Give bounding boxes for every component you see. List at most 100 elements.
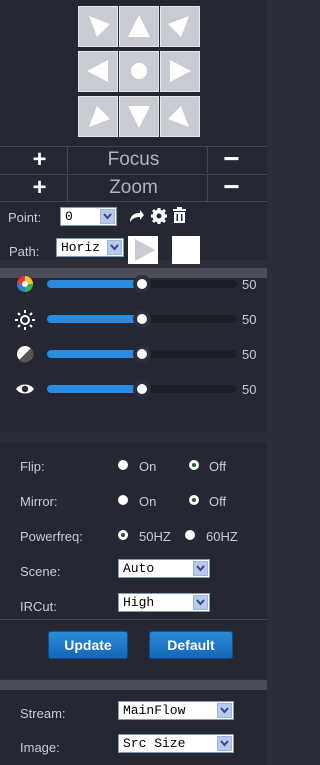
sharpness-value: 50 [242, 382, 257, 397]
contrast-slider-fill [47, 350, 142, 358]
flip-on-radio[interactable] [118, 460, 128, 470]
mirror-off-label: Off [209, 494, 227, 509]
mirror-on-radio[interactable] [118, 495, 128, 505]
ircut-label: IRCut: [20, 599, 57, 614]
arrow-up-icon [128, 15, 150, 37]
path-stop-button[interactable] [172, 236, 200, 264]
contrast-slider-track[interactable] [47, 345, 237, 363]
sharpness-slider-thumb[interactable] [133, 380, 151, 398]
image-select-value: Src Size [123, 736, 186, 751]
mirror-on-label: On [139, 494, 157, 509]
powerfreq-label: Powerfreq: [20, 529, 83, 544]
settings-panel: Flip: On Off Mirror: On Off Powerfreq: 5… [0, 442, 267, 619]
contrast-slider-thumb[interactable] [133, 345, 151, 363]
ptz-left-button[interactable] [78, 51, 118, 92]
arrow-down-icon [128, 106, 150, 128]
brightness-slider-row: 50 [0, 308, 267, 330]
image-select[interactable]: Src Size [118, 734, 234, 753]
image-adjust-panel: 50 50 50 50 [0, 275, 267, 432]
ptz-up-right-button[interactable] [160, 6, 200, 47]
chevron-down-icon [217, 736, 232, 751]
stream-panel: Stream: MainFlow Image: Src Size [0, 690, 267, 765]
trash-icon[interactable] [172, 207, 187, 224]
contrast-value: 50 [242, 347, 257, 362]
arrow-right-icon [170, 60, 191, 82]
flip-off-label: Off [209, 459, 227, 474]
section-divider [0, 680, 267, 690]
stream-select-value: MainFlow [123, 703, 186, 718]
contrast-icon [17, 346, 34, 363]
color-wheel-icon [17, 276, 33, 292]
mirror-label: Mirror: [20, 494, 58, 509]
brightness-slider-track[interactable] [47, 310, 237, 328]
focus-minus-button[interactable]: − [204, 145, 259, 173]
powerfreq-60hz-label: 60HZ [206, 529, 238, 544]
stream-select[interactable]: MainFlow [118, 701, 234, 720]
circle-home-icon [131, 63, 147, 79]
saturation-slider-row: 50 [0, 273, 267, 295]
chevron-down-icon [217, 703, 232, 718]
mirror-off-radio[interactable] [189, 495, 199, 505]
image-label: Image: [20, 740, 60, 755]
sharpness-slider-row: 50 [0, 378, 267, 400]
zoom-row: + Zoom − [0, 173, 267, 202]
flip-on-label: On [139, 459, 157, 474]
stream-label: Stream: [20, 706, 66, 721]
zoom-minus-button[interactable]: − [204, 173, 259, 201]
chevron-down-icon [100, 209, 115, 224]
ptz-down-right-button[interactable] [160, 96, 200, 137]
update-button[interactable]: Update [48, 631, 128, 659]
sharpness-slider-track[interactable] [47, 380, 237, 398]
saturation-slider-thumb[interactable] [133, 275, 151, 293]
scene-select-value: Auto [123, 561, 155, 576]
ptz-control-pad [78, 6, 200, 137]
gear-icon[interactable] [151, 208, 167, 224]
eye-icon [16, 384, 34, 394]
path-select[interactable]: Horiz [56, 238, 124, 257]
ptz-down-left-button[interactable] [78, 96, 118, 137]
point-select-value: 0 [65, 209, 73, 224]
arrow-left-icon [87, 60, 108, 82]
path-select-value: Horiz [61, 240, 101, 255]
ircut-select-value: High [123, 595, 155, 610]
redo-arrow-icon[interactable] [127, 208, 145, 224]
point-label: Point: [8, 210, 42, 225]
flip-label: Flip: [20, 459, 45, 474]
brightness-value: 50 [242, 312, 257, 327]
ptz-up-button[interactable] [119, 6, 159, 47]
scene-select[interactable]: Auto [118, 559, 210, 578]
path-play-button[interactable] [128, 236, 158, 264]
path-label: Path: [9, 244, 40, 259]
ptz-down-button[interactable] [119, 96, 159, 137]
arrow-up-right-icon [168, 16, 189, 37]
play-icon [135, 239, 155, 261]
point-select[interactable]: 0 [60, 207, 117, 226]
arrow-down-left-icon [89, 106, 110, 127]
brightness-slider-fill [47, 315, 142, 323]
actions-panel: Update Default [0, 619, 267, 679]
ptz-home-button[interactable] [119, 51, 159, 92]
ptz-up-left-button[interactable] [78, 6, 118, 47]
contrast-slider-row: 50 [0, 343, 267, 365]
ptz-panel: + Focus − + Zoom − Point: 0 Path: Horiz [0, 0, 267, 264]
saturation-value: 50 [242, 277, 257, 292]
powerfreq-50hz-radio[interactable] [118, 530, 128, 540]
arrow-up-left-icon [89, 16, 110, 37]
arrow-down-right-icon [168, 106, 189, 127]
ircut-select[interactable]: High [118, 593, 210, 612]
brightness-slider-thumb[interactable] [133, 310, 151, 328]
chevron-down-icon [193, 561, 208, 576]
default-button[interactable]: Default [149, 631, 233, 659]
sharpness-slider-fill [47, 385, 142, 393]
focus-row: + Focus − [0, 145, 267, 173]
ptz-right-button[interactable] [160, 51, 200, 92]
powerfreq-50hz-label: 50HZ [139, 529, 171, 544]
powerfreq-60hz-radio[interactable] [185, 530, 195, 540]
chevron-down-icon [107, 240, 122, 255]
scene-label: Scene: [20, 564, 61, 579]
saturation-slider-track[interactable] [47, 275, 237, 293]
flip-off-radio[interactable] [189, 460, 199, 470]
sun-icon [15, 310, 35, 330]
chevron-down-icon [193, 595, 208, 610]
saturation-slider-fill [47, 280, 142, 288]
